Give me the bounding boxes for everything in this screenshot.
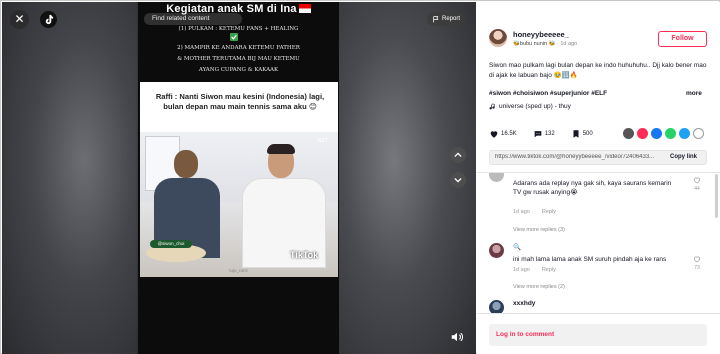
share-buttons: [623, 128, 704, 139]
previous-video-button[interactable]: [450, 147, 466, 163]
comment-meta: 1d ago Reply: [513, 267, 556, 273]
comments-list: Adarans ada replay nya gak sih, kaya sau…: [477, 173, 720, 313]
video-caption-text: Raffi : Nanti Siwon mau kesini (Indonesi…: [155, 92, 325, 111]
video-handle-text: tuju_rans: [229, 268, 248, 273]
comment-avatar[interactable]: [489, 173, 504, 182]
overlay-line-4: AYANG CUPANG & KAKAAK: [198, 67, 279, 73]
author-username[interactable]: honeyybeeeee_: [513, 30, 569, 39]
video-player-area: ✕ Kegiatan anak SM di Ina Find related c…: [2, 2, 476, 354]
video-link-box: https://www.tiktok.com/@honeyybeeeee_/vi…: [489, 150, 707, 165]
close-button[interactable]: ✕: [10, 10, 29, 29]
login-to-comment-button[interactable]: Log in to comment: [489, 324, 707, 346]
video-scene-image: @siwon_choi NET TikTok: [140, 132, 338, 277]
send-to-friends-icon[interactable]: [637, 128, 648, 139]
next-video-button[interactable]: [450, 172, 466, 188]
report-button[interactable]: Report: [427, 12, 467, 26]
more-button[interactable]: more: [686, 90, 702, 97]
save-count: 500: [582, 131, 593, 137]
reply-button[interactable]: Reply: [542, 209, 556, 215]
overlay-line-1: (1) PULKAM : KETEMU FANS + HEALING: [178, 26, 299, 32]
video-url[interactable]: https://www.tiktok.com/@honeyybeeeee_/vi…: [495, 154, 660, 160]
comment-like-button[interactable]: 73: [692, 255, 702, 271]
comments-scrollbar[interactable]: [715, 174, 718, 218]
comment-button[interactable]: 132: [533, 129, 555, 139]
share-more-icon[interactable]: [693, 128, 704, 139]
facebook-icon[interactable]: [651, 128, 662, 139]
video-info-panel: honeyybeeeee_ 🐝bubu nunin 🐝 · 1d ago Fol…: [477, 2, 720, 354]
like-button[interactable]: 16.5K: [489, 129, 517, 139]
overlay-line-3: & MOTHER TERUTAMA BIJ MAU KETEMU: [177, 56, 300, 62]
comment-username[interactable]: xxxhdy: [513, 300, 535, 307]
post-hashtags[interactable]: #siwon #choisiwon #superjunior #ELF: [489, 90, 607, 97]
post-time: 1d ago: [560, 41, 578, 47]
net-tv-logo: NET: [318, 138, 328, 144]
bookmark-icon: [573, 130, 579, 138]
comment-avatar[interactable]: [489, 300, 504, 313]
post-description: Siwon mao pulkam lagi bulan depan ke ind…: [489, 62, 707, 79]
heart-outline-icon: [693, 256, 701, 263]
heart-outline-icon: [693, 177, 701, 184]
author-display-name: 🐝bubu nunin 🐝: [513, 41, 556, 47]
view-more-replies[interactable]: View more replies (2): [513, 284, 565, 290]
comment-like-count: 44: [694, 186, 700, 192]
author-subline: 🐝bubu nunin 🐝 · 1d ago: [513, 41, 578, 47]
save-button[interactable]: 500: [571, 129, 593, 139]
author-avatar[interactable]: [489, 29, 507, 47]
chevron-up-icon: [454, 152, 462, 158]
comment-login-area: Log in to comment: [477, 313, 720, 354]
video-frame[interactable]: Kegiatan anak SM di Ina Find related con…: [138, 2, 339, 354]
chevron-down-icon: [454, 177, 462, 183]
view-more-replies[interactable]: View more replies (3): [513, 227, 565, 233]
like-count: 16.5K: [501, 131, 517, 137]
music-link[interactable]: universe (sped up) - thuy: [489, 103, 571, 110]
speaker-icon: [451, 332, 464, 342]
flag-icon: [433, 15, 439, 22]
comment-time: 1d ago: [513, 209, 530, 215]
tiktok-logo-icon[interactable]: [40, 11, 57, 28]
embed-icon[interactable]: [623, 128, 634, 139]
comment-count: 132: [544, 131, 555, 137]
comment-avatar[interactable]: [489, 243, 504, 258]
comment-text: Adarans ada replay nya gak sih, kaya sau…: [513, 180, 672, 196]
blurred-background-left: [2, 2, 138, 354]
overlay-line-2: 2) MAMPIR KE ANDARA KETEMU FATHER: [177, 45, 300, 51]
cake-tag: @siwon_choi: [150, 240, 192, 248]
check-mark-icon: [230, 33, 238, 41]
comment-username[interactable]: 🔍: [513, 243, 521, 251]
indonesia-flag-icon: [298, 4, 311, 13]
find-related-content-search[interactable]: Find related content: [144, 13, 242, 25]
comment-like-button[interactable]: 44: [692, 176, 702, 192]
reply-button[interactable]: Reply: [542, 267, 556, 273]
copy-link-button[interactable]: Copy link: [670, 154, 697, 160]
comment-time: 1d ago: [513, 267, 530, 273]
music-note-icon: [489, 103, 495, 110]
tiktok-video-modal: ✕ Kegiatan anak SM di Ina Find related c…: [0, 0, 720, 354]
video-caption-box: Raffi : Nanti Siwon mau kesini (Indonesi…: [140, 82, 338, 132]
engagement-stats: 16.5K 132 500: [489, 129, 593, 139]
heart-icon: [490, 131, 498, 138]
comment-meta: 1d ago Reply: [513, 209, 556, 215]
comment-icon: [534, 131, 542, 138]
volume-button[interactable]: [450, 330, 466, 346]
comment-like-count: 73: [694, 265, 700, 271]
comment-text: ini mah lama lama anak SM suruh pindah a…: [513, 256, 667, 263]
follow-button[interactable]: Follow: [658, 31, 707, 47]
twitter-icon[interactable]: [679, 128, 690, 139]
whatsapp-icon[interactable]: [665, 128, 676, 139]
tiktok-watermark: TikTok: [290, 250, 319, 260]
